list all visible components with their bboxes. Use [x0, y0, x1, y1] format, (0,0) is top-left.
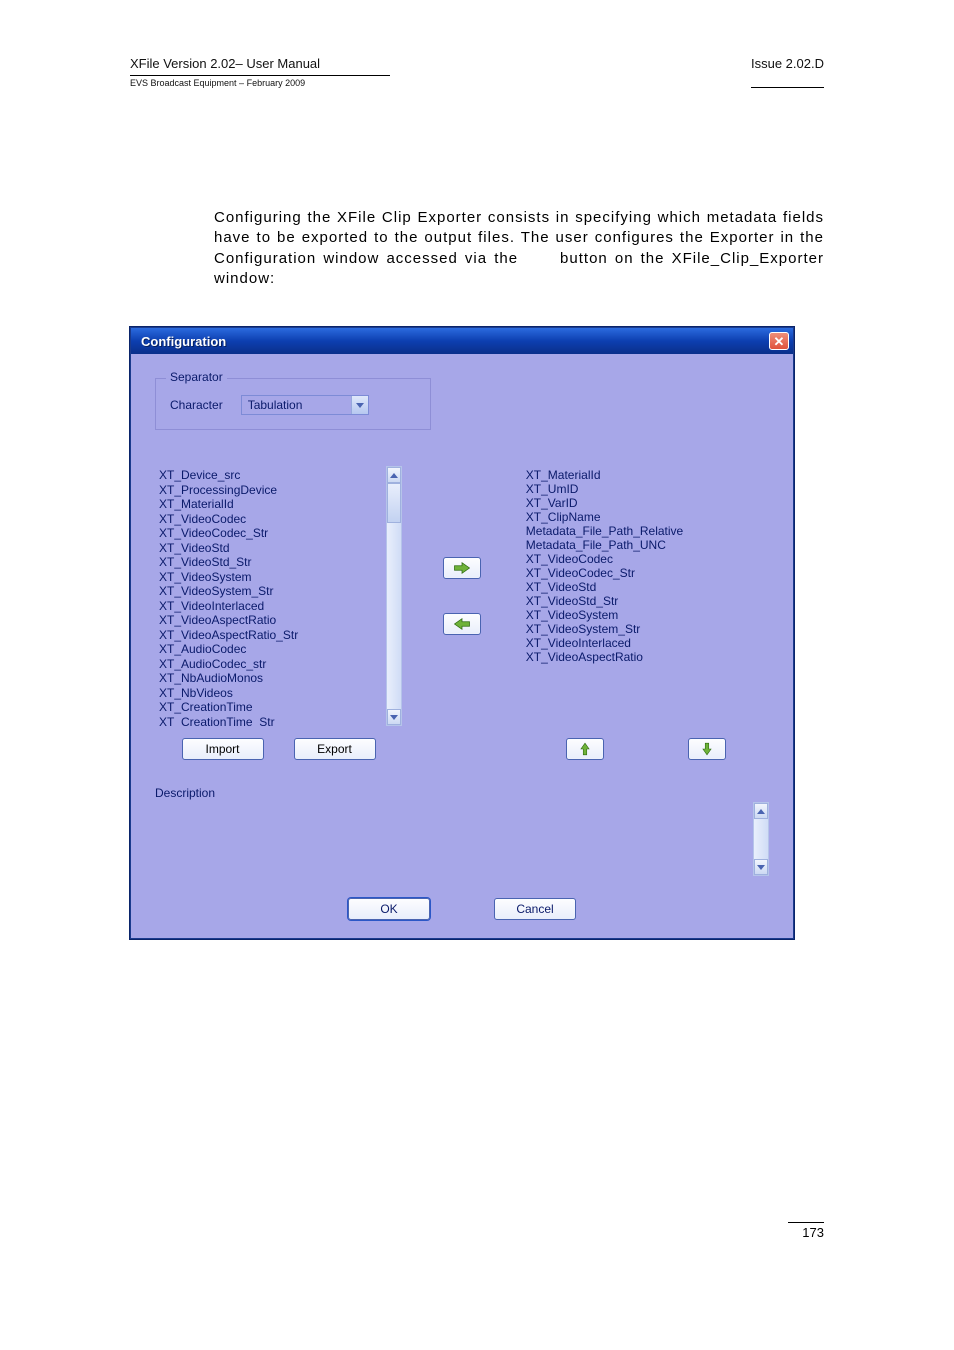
close-button[interactable]: ✕	[769, 332, 789, 350]
arrow-down-icon	[698, 742, 716, 756]
separator-combo-button[interactable]	[351, 396, 368, 414]
list-item[interactable]: XT_VideoStd	[526, 580, 765, 594]
list-item[interactable]: XT_NbVideos	[159, 686, 382, 701]
list-item[interactable]: XT_VideoCodec_Str	[159, 526, 382, 541]
description-label: Description	[155, 786, 769, 800]
desc-scroll-down[interactable]	[754, 859, 768, 875]
list-item[interactable]: XT_MaterialId	[159, 497, 382, 512]
move-down-button[interactable]	[688, 738, 726, 760]
add-field-button[interactable]	[443, 557, 481, 579]
remove-field-button[interactable]	[443, 613, 481, 635]
page-header: XFile Version 2.02– User Manual EVS Broa…	[130, 56, 824, 88]
chevron-down-icon	[356, 403, 364, 408]
titlebar[interactable]: Configuration ✕	[131, 328, 793, 354]
list-item[interactable]: XT_AudioCodec	[159, 642, 382, 657]
move-up-button[interactable]	[566, 738, 604, 760]
list-item[interactable]: XT_ClipName	[526, 510, 765, 524]
list-item[interactable]: XT_VideoCodec	[526, 552, 765, 566]
import-button[interactable]: Import	[182, 738, 264, 760]
separator-combo[interactable]: Tabulation	[241, 395, 369, 415]
list-item[interactable]: XT_VideoAspectRatio	[159, 613, 382, 628]
list-item[interactable]: XT_AudioCodec_str	[159, 657, 382, 672]
dialog-title: Configuration	[141, 334, 226, 349]
description-box[interactable]	[155, 802, 753, 876]
chevron-down-icon	[390, 715, 398, 720]
page-number: 173	[788, 1222, 824, 1240]
list-item[interactable]: XT_VarID	[526, 496, 765, 510]
list-item[interactable]: XT_VideoCodec	[159, 512, 382, 527]
chevron-up-icon	[757, 809, 765, 814]
separator-group: Separator Character Tabulation	[155, 378, 431, 430]
separator-combo-value: Tabulation	[242, 398, 351, 412]
left-scrollbar[interactable]	[386, 466, 402, 726]
scroll-up-button[interactable]	[387, 467, 401, 483]
list-item[interactable]: XT_MaterialId	[526, 468, 765, 482]
desc-scroll-up[interactable]	[754, 803, 768, 819]
ok-button[interactable]: OK	[348, 898, 430, 920]
list-item[interactable]: XT_VideoSystem	[526, 608, 765, 622]
list-item[interactable]: Metadata_File_Path_Relative	[526, 524, 765, 538]
list-item[interactable]: XT_VideoStd_Str	[159, 555, 382, 570]
scroll-thumb[interactable]	[387, 483, 401, 523]
list-item[interactable]: XT_Device_src	[159, 468, 382, 483]
list-item[interactable]: XT_UmID	[526, 482, 765, 496]
header-title-left: XFile Version 2.02– User Manual	[130, 56, 390, 71]
configuration-dialog: Configuration ✕ Separator Character Tabu…	[130, 327, 794, 939]
selected-fields-list[interactable]: XT_MaterialIdXT_UmIDXT_VarIDXT_ClipNameM…	[522, 466, 769, 726]
scroll-down-button[interactable]	[387, 709, 401, 725]
list-item[interactable]: XT_VideoCodec_Str	[526, 566, 765, 580]
list-item[interactable]: XT_VideoSystem_Str	[526, 622, 765, 636]
separator-legend: Separator	[166, 370, 227, 384]
list-item[interactable]: XT_VideoInterlaced	[526, 636, 765, 650]
list-item[interactable]: XT_VideoSystem	[159, 570, 382, 585]
list-item[interactable]: XT_VideoStd	[159, 541, 382, 556]
list-item[interactable]: XT_NbAudioMonos	[159, 671, 382, 686]
list-item[interactable]: XT_ProcessingDevice	[159, 483, 382, 498]
arrow-up-icon	[576, 742, 594, 756]
export-button[interactable]: Export	[294, 738, 376, 760]
chevron-up-icon	[390, 473, 398, 478]
available-fields-list[interactable]: XT_Device_srcXT_ProcessingDeviceXT_Mater…	[155, 466, 402, 726]
separator-character-label: Character	[170, 398, 223, 412]
list-item[interactable]: XT_VideoInterlaced	[159, 599, 382, 614]
header-subtitle-left: EVS Broadcast Equipment – February 2009	[130, 78, 390, 88]
list-item[interactable]: XT_CreationTime	[159, 700, 382, 715]
arrow-left-icon	[453, 617, 471, 631]
chevron-down-icon	[757, 865, 765, 870]
list-item[interactable]: Metadata_File_Path_UNC	[526, 538, 765, 552]
body-paragraph: Configuring the XFile Clip Exporter cons…	[214, 208, 824, 289]
description-scrollbar[interactable]	[753, 802, 769, 876]
list-item[interactable]: XT_VideoAspectRatio_Str	[159, 628, 382, 643]
list-item[interactable]: XT_VideoSystem_Str	[159, 584, 382, 599]
list-item[interactable]: XT_VideoStd_Str	[526, 594, 765, 608]
close-icon: ✕	[774, 335, 785, 348]
list-item[interactable]: XT_CreationTime_Str	[159, 715, 382, 727]
header-title-right: Issue 2.02.D	[751, 56, 824, 88]
arrow-right-icon	[453, 561, 471, 575]
list-item[interactable]: XT_VideoAspectRatio	[526, 650, 765, 664]
cancel-button[interactable]: Cancel	[494, 898, 576, 920]
